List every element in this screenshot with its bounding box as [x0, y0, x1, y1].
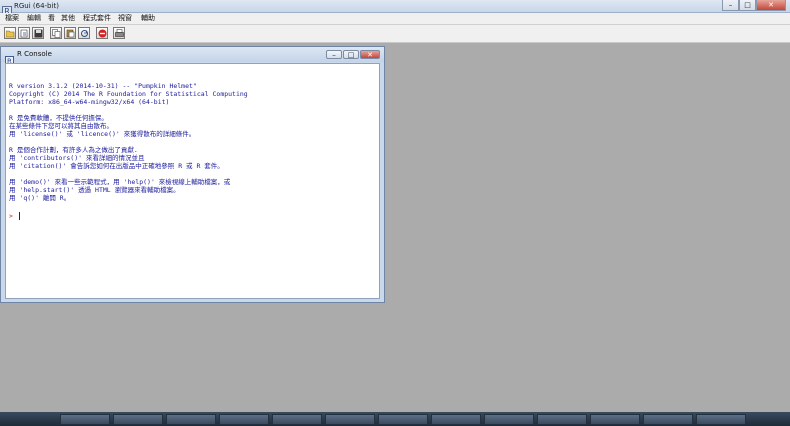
console-line: 在某些條件下您可以將其自由散布。 [9, 122, 113, 130]
taskbar-button[interactable] [696, 414, 746, 425]
toolbar [0, 25, 790, 43]
copy-button[interactable] [50, 27, 62, 39]
menu-view[interactable]: 看 [48, 13, 55, 24]
console-line: 用 'license()' 或 'licence()' 來獲得散布的詳細條件。 [9, 130, 196, 138]
console-line: 用 'help.start()' 透過 HTML 瀏覽器來看輔助檔案。 [9, 186, 180, 194]
menu-bar: 檔案 編輯 看 其他 程式套件 視窗 輔助 [0, 13, 790, 25]
open-script-button[interactable] [4, 27, 16, 39]
console-line: 用 'q()' 離開 R。 [9, 194, 71, 202]
console-line: 用 'contributors()' 來看詳細的情況並且 [9, 154, 145, 162]
taskbar-button[interactable] [272, 414, 322, 425]
taskbar-button[interactable] [60, 414, 110, 425]
text-cursor [19, 212, 20, 220]
console-minimize-button[interactable]: – [326, 50, 342, 59]
taskbar-button[interactable] [219, 414, 269, 425]
menu-packages[interactable]: 程式套件 [83, 13, 111, 24]
menu-edit[interactable]: 編輯 [27, 13, 41, 24]
load-icon [20, 29, 28, 38]
copy-paste-button[interactable] [78, 27, 90, 39]
maximize-button[interactable]: □ [739, 0, 756, 11]
taskbar-button[interactable] [166, 414, 216, 425]
paste-icon [66, 29, 75, 38]
floppy-disk-icon [34, 29, 43, 38]
console-close-button[interactable]: ✕ [360, 50, 380, 59]
minimize-button[interactable]: – [722, 0, 739, 11]
app-titlebar[interactable]: R RGui (64-bit) – □ ✕ [0, 0, 790, 16]
stop-icon [98, 29, 107, 38]
print-button[interactable] [113, 27, 125, 39]
taskbar-button[interactable] [643, 414, 693, 425]
console-prompt: > [9, 212, 13, 220]
console-line: Platform: x86_64-w64-mingw32/x64 (64-bit… [9, 98, 170, 106]
console-line: 用 'citation()' 會告訴您如何在出版品中正確地參照 R 或 R 套件… [9, 162, 224, 170]
taskbar-button[interactable] [325, 414, 375, 425]
console-line: 用 'demo()' 來看一些示範程式，用 'help()' 來檢視線上輔助檔案… [9, 178, 231, 186]
taskbar-button[interactable] [484, 414, 534, 425]
copy-icon [52, 29, 61, 38]
paste-button[interactable] [64, 27, 76, 39]
taskbar [0, 412, 790, 426]
r-console-window[interactable]: R R Console – □ ✕ R version 3.1.2 (2014-… [0, 46, 385, 303]
app-title: RGui (64-bit) [14, 2, 59, 10]
taskbar-button[interactable] [590, 414, 640, 425]
stop-button[interactable] [96, 27, 108, 39]
console-line: R version 3.1.2 (2014-10-31) -- "Pumpkin… [9, 82, 197, 90]
menu-misc[interactable]: 其他 [61, 13, 75, 24]
r-app-icon: R [2, 1, 12, 16]
refresh-icon [81, 30, 88, 37]
taskbar-button[interactable] [113, 414, 163, 425]
console-title: R Console [17, 50, 52, 58]
menu-help[interactable]: 輔助 [141, 13, 155, 24]
close-button[interactable]: ✕ [756, 0, 786, 11]
taskbar-button[interactable] [378, 414, 428, 425]
r-console-icon: R [5, 50, 14, 66]
console-titlebar[interactable]: R R Console – □ ✕ [1, 47, 384, 66]
menu-windows[interactable]: 視窗 [118, 13, 132, 24]
save-workspace-button[interactable] [32, 27, 44, 39]
menu-file[interactable]: 檔案 [5, 13, 19, 24]
load-workspace-button[interactable] [18, 27, 30, 39]
folder-open-icon [6, 30, 15, 38]
console-maximize-button[interactable]: □ [343, 50, 359, 59]
taskbar-button[interactable] [537, 414, 587, 425]
printer-icon [115, 29, 124, 37]
console-line: R 是個合作計劃，有許多人為之做出了貢獻. [9, 146, 138, 154]
console-line: R 是免費軟體，不提供任何擔保。 [9, 114, 108, 122]
taskbar-button[interactable] [431, 414, 481, 425]
console-line: Copyright (C) 2014 The R Foundation for … [9, 90, 248, 98]
console-output[interactable]: R version 3.1.2 (2014-10-31) -- "Pumpkin… [5, 63, 380, 299]
